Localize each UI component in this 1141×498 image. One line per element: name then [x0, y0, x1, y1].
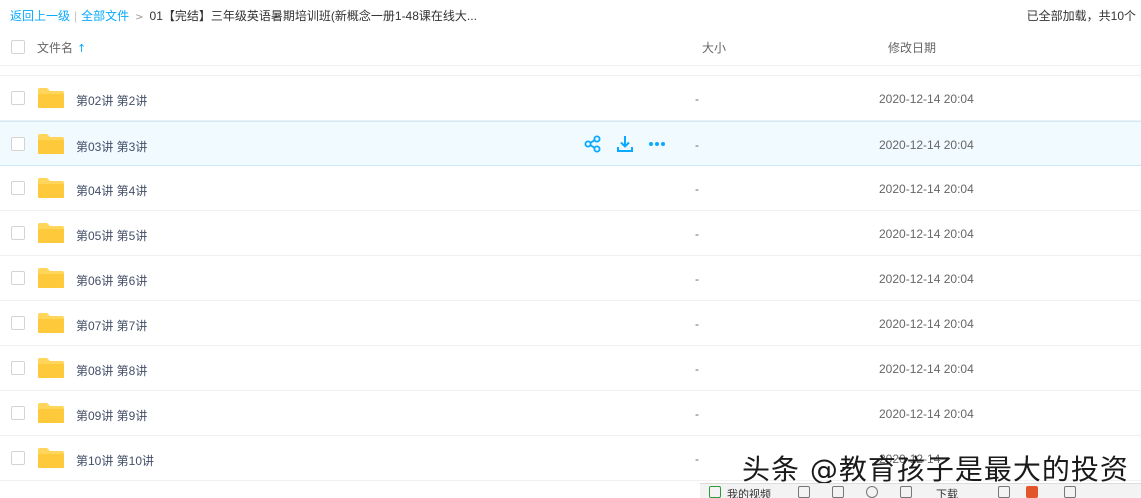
file-size: - — [695, 272, 699, 286]
list-item[interactable]: 第05讲 第5讲 - 2020-12-14 20:04 — [0, 211, 1141, 256]
folder-icon[interactable] — [37, 133, 65, 155]
row-checkbox[interactable] — [11, 271, 25, 285]
breadcrumb-separator: | — [74, 9, 78, 23]
file-name[interactable]: 第04讲 第4讲 — [76, 182, 147, 199]
folder-icon[interactable] — [37, 222, 65, 244]
modified-date: 2020-12-14 20:04 — [879, 407, 974, 421]
file-size: - — [695, 138, 699, 152]
list-item-partial — [0, 66, 1141, 76]
file-size: - — [695, 407, 699, 421]
volume-icon[interactable] — [1064, 486, 1076, 498]
folder-icon[interactable] — [37, 267, 65, 289]
breadcrumb-arrow: > — [135, 12, 144, 23]
folder-shape — [38, 223, 64, 243]
file-size: - — [695, 227, 699, 241]
file-name[interactable]: 第06讲 第6讲 — [76, 272, 147, 289]
file-size: - — [695, 452, 699, 466]
breadcrumb: 返回上一级 | 全部文件 >01【完结】三年级英语暑期培训班(新概念一册1-48课在线… — [10, 9, 477, 23]
modified-date: 2020-12-14 20:04 — [879, 182, 974, 196]
folder-shape — [38, 358, 64, 378]
sort-ascending-icon[interactable]: ↑ — [77, 42, 86, 55]
file-name[interactable]: 第10讲 第10讲 — [76, 452, 154, 469]
list-item[interactable]: 第04讲 第4讲 - 2020-12-14 20:04 — [0, 166, 1141, 211]
file-name[interactable]: 第03讲 第3讲 — [76, 138, 147, 155]
modified-date: 2020-12-14 20:04 — [879, 362, 974, 376]
file-name[interactable]: 第05讲 第5讲 — [76, 227, 147, 244]
modified-date: 2020-12-14 20:04 — [879, 92, 974, 106]
row-checkbox[interactable] — [11, 226, 25, 240]
back-link[interactable]: 返回上一级 — [10, 9, 70, 23]
current-folder-title: 01【完结】三年级英语暑期培训班(新概念一册1-48课在线大... — [149, 9, 477, 23]
folder-icon[interactable] — [37, 312, 65, 334]
folder-icon[interactable] — [37, 357, 65, 379]
folder-icon[interactable] — [37, 447, 65, 469]
select-all-checkbox[interactable] — [11, 40, 25, 54]
load-status-text: 已全部加载，共10个 — [1026, 9, 1136, 23]
headset-icon[interactable] — [998, 486, 1010, 498]
list-item[interactable]: 第06讲 第6讲 - 2020-12-14 20:04 — [0, 256, 1141, 301]
list-item[interactable]: 第08讲 第8讲 - 2020-12-14 20:04 — [0, 346, 1141, 391]
modified-date: 2020-12-14 20:04 — [879, 227, 974, 241]
rocket-icon[interactable] — [900, 486, 912, 498]
folder-shape — [38, 134, 64, 154]
modified-date: 2020-12-14 20:04 — [879, 317, 974, 331]
file-size: - — [695, 182, 699, 196]
more-icon[interactable] — [647, 134, 667, 154]
folder-shape — [38, 313, 64, 333]
folder-shape — [38, 448, 64, 468]
share-icon[interactable] — [583, 134, 603, 154]
file-size: - — [695, 317, 699, 331]
play-icon[interactable] — [709, 486, 721, 498]
row-actions — [583, 134, 673, 154]
circle-icon[interactable] — [866, 486, 878, 498]
folder-icon[interactable] — [37, 177, 65, 199]
list-item[interactable]: 第02讲 第2讲 - 2020-12-14 20:04 — [0, 76, 1141, 121]
modified-date: 2020-12-14 20:04 — [879, 138, 974, 152]
folder-shape — [38, 268, 64, 288]
row-checkbox[interactable] — [11, 451, 25, 465]
my-video-label[interactable]: 我的视频 — [727, 486, 771, 498]
folder-shape — [38, 88, 64, 108]
row-checkbox[interactable] — [11, 137, 25, 151]
watermark-text: 头条 @教育孩子是最大的投资 — [742, 453, 1129, 486]
image-icon[interactable] — [832, 486, 844, 498]
folder-icon[interactable] — [37, 402, 65, 424]
modified-date: 2020-12-14 20:04 — [879, 272, 974, 286]
row-checkbox[interactable] — [11, 361, 25, 375]
row-checkbox[interactable] — [11, 316, 25, 330]
column-header-name[interactable]: 文件名 ↑ — [37, 39, 86, 56]
file-name[interactable]: 第07讲 第7讲 — [76, 317, 147, 334]
column-header-size[interactable]: 大小 — [702, 39, 726, 56]
download-icon[interactable] — [615, 134, 635, 154]
file-name[interactable]: 第09讲 第9讲 — [76, 407, 147, 424]
list-item[interactable]: 第03讲 第3讲 - 2020-12-14 20:04 — [0, 121, 1141, 166]
download-label[interactable]: 下载 — [936, 486, 958, 498]
row-checkbox[interactable] — [11, 406, 25, 420]
file-name[interactable]: 第02讲 第2讲 — [76, 92, 147, 109]
folder-shape — [38, 178, 64, 198]
list-item[interactable]: 第09讲 第9讲 - 2020-12-14 20:04 — [0, 391, 1141, 436]
file-list: 第02讲 第2讲 - 2020-12-14 20:04 第03讲 第3讲 - 2020-1… — [0, 76, 1141, 481]
row-checkbox[interactable] — [11, 91, 25, 105]
column-name-label: 文件名 — [37, 41, 74, 55]
taskbar: 我的视频 下载 — [700, 483, 1141, 498]
file-size: - — [695, 362, 699, 376]
row-checkbox[interactable] — [11, 181, 25, 195]
file-name[interactable]: 第08讲 第8讲 — [76, 362, 147, 379]
list-item[interactable]: 第07讲 第7讲 - 2020-12-14 20:04 — [0, 301, 1141, 346]
app-icon[interactable] — [1026, 486, 1038, 498]
column-header-date[interactable]: 修改日期 — [888, 39, 936, 56]
list-header: 文件名 ↑ 大小 修改日期 — [0, 32, 1141, 62]
file-size: - — [695, 92, 699, 106]
folder-shape — [38, 403, 64, 423]
shield-icon[interactable] — [798, 486, 810, 498]
folder-icon[interactable] — [37, 87, 65, 109]
all-files-link[interactable]: 全部文件 — [81, 9, 129, 23]
